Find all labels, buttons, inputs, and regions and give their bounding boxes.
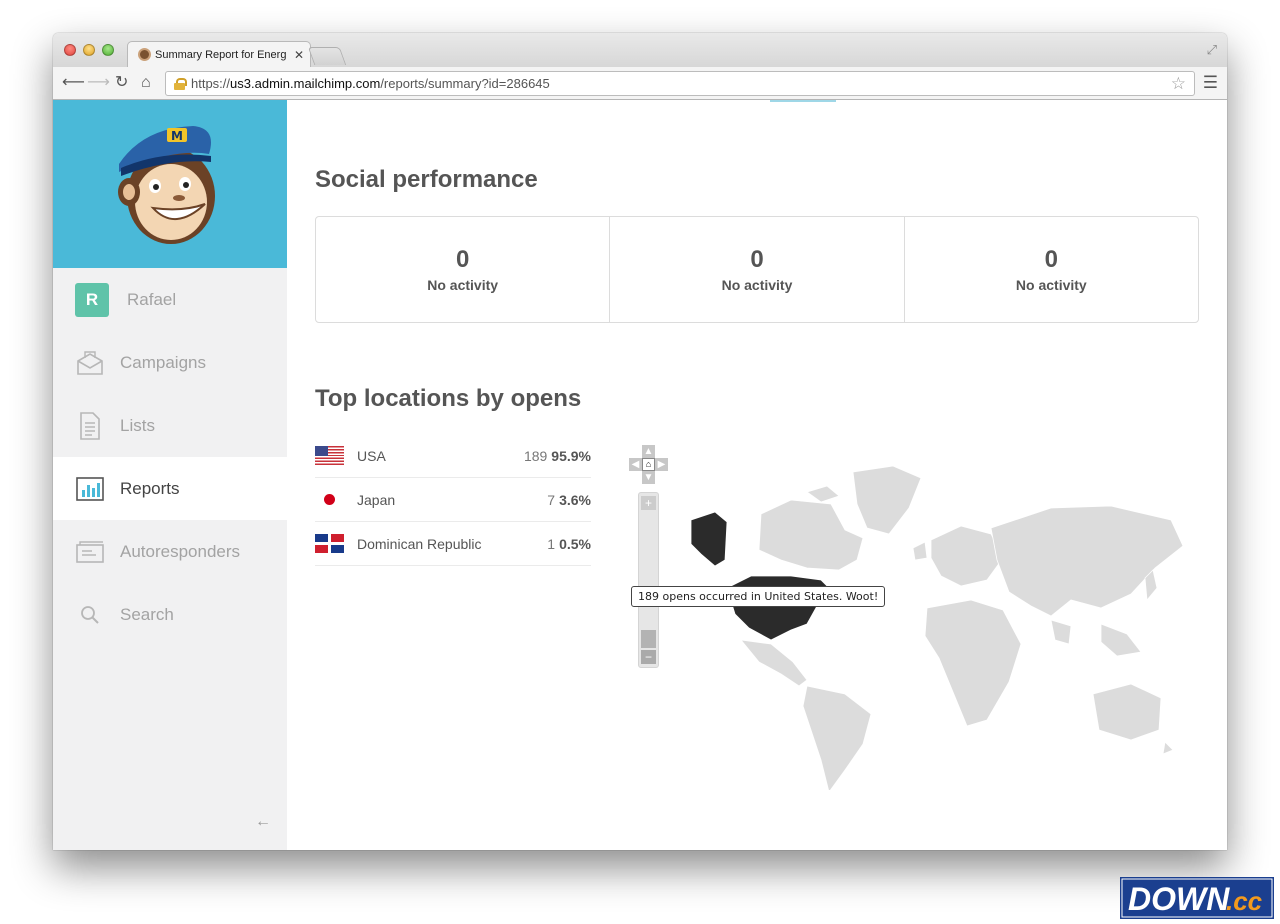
bookmark-star-icon[interactable]: ☆ (1171, 74, 1186, 94)
collapse-sidebar-icon[interactable]: ← (255, 813, 271, 831)
opens-percent: 95.9% (551, 447, 591, 464)
map-tooltip: 189 opens occurred in United States. Woo… (631, 586, 886, 607)
zoom-handle[interactable] (641, 630, 656, 648)
top-accent-divider (770, 100, 836, 102)
list-item: Dominican Republic 1 0.5% (315, 522, 591, 566)
bar-chart-icon (75, 474, 105, 504)
mailchimp-favicon-icon (138, 48, 151, 61)
browser-tab[interactable]: Summary Report for Energ ✕ (127, 41, 311, 67)
tab-close-icon[interactable]: ✕ (294, 48, 304, 62)
sidebar-user[interactable]: R Rafael (53, 268, 287, 331)
opens-percent: 0.5% (559, 535, 591, 552)
sidebar-item-search[interactable]: Search (53, 583, 287, 646)
social-stat: 0 No activity (905, 217, 1198, 322)
autoresponder-icon (75, 537, 105, 567)
mexico-region (740, 639, 808, 687)
sidebar-item-autoresponders[interactable]: Autoresponders (53, 520, 287, 583)
australia-region (1092, 683, 1162, 741)
close-window-button[interactable] (64, 44, 76, 56)
sidebar: M R Rafael Campaigns Lists Reports Autor… (53, 100, 287, 850)
sidebar-item-label: Autoresponders (120, 541, 241, 561)
asia-region (990, 505, 1184, 617)
canada-region (758, 499, 864, 571)
social-stat-label: No activity (427, 277, 499, 293)
address-bar[interactable]: https://us3.admin.mailchimp.com/reports/… (165, 71, 1195, 96)
sidebar-item-label: Reports (120, 478, 180, 498)
africa-region (924, 599, 1022, 727)
sidebar-item-label: Campaigns (120, 352, 206, 372)
social-stat-count: 0 (1044, 246, 1058, 273)
dominican-republic-flag-icon (315, 534, 344, 553)
social-stat-count: 0 (750, 246, 764, 273)
lock-icon (174, 77, 187, 90)
greenland-region (852, 465, 922, 535)
svg-text:.cc: .cc (1226, 886, 1263, 916)
list-item: USA 189 95.9% (315, 434, 591, 478)
watermark-logo: DOWN .cc (1120, 877, 1274, 919)
sidebar-item-lists[interactable]: Lists (53, 394, 287, 457)
pan-up-icon[interactable]: ▲ (642, 445, 655, 458)
alaska-region (690, 511, 728, 567)
avatar: R (75, 282, 109, 317)
opens-count: 7 (547, 491, 556, 508)
envelope-icon (75, 348, 105, 378)
back-arrow-icon[interactable]: ⟵ (62, 73, 85, 93)
social-stat: 0 No activity (610, 217, 905, 322)
freddie-logo-icon: M (118, 126, 215, 244)
japan-flag-icon (315, 490, 344, 509)
sidebar-item-campaigns[interactable]: Campaigns (53, 331, 287, 394)
document-icon (75, 411, 105, 441)
zoom-in-icon[interactable]: + (641, 496, 656, 510)
pan-down-icon[interactable]: ▼ (642, 471, 655, 484)
forward-arrow-icon[interactable]: ⟶ (87, 73, 110, 93)
hamburger-menu-icon[interactable]: ☰ (1203, 74, 1218, 92)
zoom-window-button[interactable] (102, 44, 114, 56)
url-text: https://us3.admin.mailchimp.com/reports/… (191, 76, 550, 91)
country-name: USA (357, 447, 386, 464)
reload-icon[interactable]: ↻ (115, 73, 128, 93)
minimize-window-button[interactable] (83, 44, 95, 56)
sidebar-item-label: Lists (120, 415, 155, 435)
browser-window: Summary Report for Energ ✕ ⤢ ⟵ ⟶ ↻ ⌂ htt… (53, 33, 1227, 850)
search-icon (75, 600, 105, 630)
browser-toolbar: ⟵ ⟶ ↻ ⌂ https://us3.admin.mailchimp.com/… (53, 67, 1227, 100)
sidebar-header: M (53, 100, 287, 268)
social-stat-label: No activity (721, 277, 793, 293)
social-stat-label: No activity (1015, 277, 1087, 293)
sidebar-item-label: Search (120, 604, 174, 624)
pan-left-icon[interactable]: ◀ (629, 458, 642, 471)
main-content: Social performance 0 No activity 0 No ac… (287, 100, 1227, 850)
fullscreen-icon[interactable]: ⤢ (1207, 42, 1217, 58)
south-america-region (802, 685, 872, 790)
zoom-out-icon[interactable]: − (641, 650, 656, 664)
opens-count: 189 (523, 447, 548, 464)
sidebar-item-reports[interactable]: Reports (53, 457, 287, 520)
home-icon[interactable]: ⌂ (141, 73, 151, 93)
list-item: Japan 7 3.6% (315, 478, 591, 522)
top-locations-title: Top locations by opens (315, 385, 582, 412)
social-performance-title: Social performance (315, 166, 538, 193)
country-name: Japan (357, 491, 396, 508)
map-home-icon[interactable]: ⌂ (642, 458, 655, 471)
social-performance-panel: 0 No activity 0 No activity 0 No activit… (315, 216, 1199, 323)
world-map[interactable] (631, 430, 1191, 790)
new-tab-button[interactable] (307, 47, 347, 65)
pan-right-icon[interactable]: ▶ (655, 458, 668, 471)
top-locations-list: USA 189 95.9% Japan 7 3.6% Dominican Rep… (315, 434, 591, 566)
opens-count: 1 (547, 535, 556, 552)
opens-percent: 3.6% (559, 491, 591, 508)
svg-text:DOWN: DOWN (1128, 881, 1230, 917)
zoom-slider[interactable]: + − (638, 492, 659, 668)
country-name: Dominican Republic (357, 535, 482, 552)
tab-bar: Summary Report for Energ ✕ ⤢ (53, 33, 1227, 67)
social-stat: 0 No activity (316, 217, 611, 322)
usa-flag-icon (315, 446, 344, 465)
user-name: Rafael (127, 289, 177, 309)
tab-title: Summary Report for Energ (155, 48, 287, 61)
svg-text:M: M (171, 129, 183, 143)
social-stat-count: 0 (455, 246, 470, 273)
